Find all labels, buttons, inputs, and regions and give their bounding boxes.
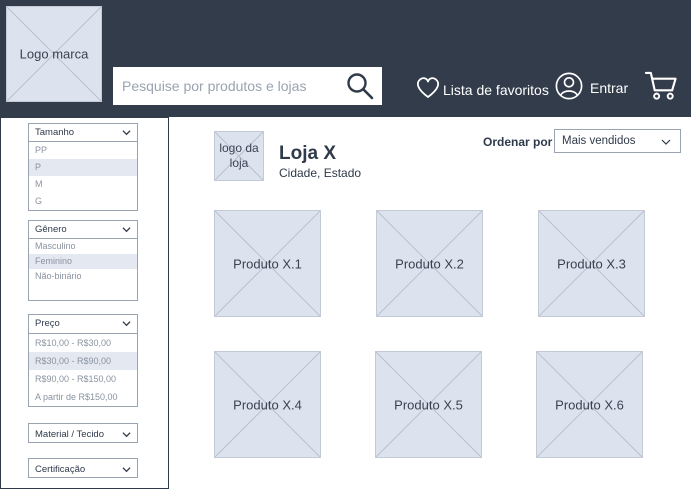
brand-logo[interactable]: Logo marca	[6, 6, 102, 102]
heart-icon[interactable]	[415, 76, 441, 100]
product-name: Produto X.1	[233, 256, 302, 271]
chevron-down-icon	[122, 467, 131, 473]
filter-option[interactable]: Masculino	[29, 239, 137, 254]
filter-genero-toggle[interactable]: Gênero	[29, 221, 137, 239]
filter-preco-toggle[interactable]: Preço	[29, 315, 137, 334]
filter-genero: Gênero Masculino Feminino Não-binário	[28, 220, 138, 301]
product-card[interactable]: Produto X.4	[214, 351, 321, 458]
top-header: Logo marca Pesquise por produtos e lojas…	[0, 0, 691, 117]
filter-tamanho-label: Tamanho	[35, 127, 75, 138]
filter-material-label: Material / Tecido	[35, 429, 104, 440]
store-location: Cidade, Estado	[279, 166, 362, 180]
product-name: Produto X.2	[395, 256, 464, 271]
filter-material-toggle[interactable]: Material / Tecido	[29, 424, 137, 444]
login-link[interactable]: Entrar	[590, 80, 628, 96]
filter-tamanho: Tamanho PP P M G	[28, 123, 138, 211]
filter-material[interactable]: Material / Tecido	[28, 423, 138, 443]
user-icon[interactable]	[555, 72, 583, 100]
filter-certificacao-label: Certificação	[35, 464, 86, 475]
store-logo-label-line1: logo da	[219, 141, 259, 155]
filter-preco-label: Preço	[35, 318, 60, 329]
filter-option[interactable]: Não-binário	[29, 269, 137, 284]
cart-icon[interactable]	[645, 70, 678, 101]
filter-option[interactable]: A partir de R$150,00	[29, 388, 137, 406]
product-name: Produto X.3	[557, 256, 626, 271]
filter-tamanho-toggle[interactable]: Tamanho	[29, 124, 137, 142]
search-icon[interactable]	[346, 72, 374, 100]
search-input[interactable]: Pesquise por produtos e lojas	[122, 78, 306, 94]
filter-option[interactable]: PP	[29, 142, 137, 159]
favorites-link[interactable]: Lista de favoritos	[443, 82, 549, 98]
chevron-down-icon	[122, 130, 131, 136]
filter-preco: Preço R$10,00 - R$30,00 R$30,00 - R$90,0…	[28, 314, 138, 407]
chevron-down-icon	[122, 321, 131, 327]
store-logo: logo da loja	[214, 131, 264, 181]
filter-option-selected[interactable]: R$30,00 - R$90,00	[29, 352, 137, 370]
filter-certificacao-toggle[interactable]: Certificação	[29, 459, 137, 479]
product-card[interactable]: Produto X.5	[375, 351, 482, 458]
filter-option[interactable]: R$90,00 - R$150,00	[29, 370, 137, 388]
filter-certificacao[interactable]: Certificação	[28, 458, 138, 478]
filter-option[interactable]: R$10,00 - R$30,00	[29, 334, 137, 352]
product-card[interactable]: Produto X.3	[538, 210, 645, 317]
product-name: Produto X.5	[394, 397, 463, 412]
product-name: Produto X.4	[233, 397, 302, 412]
sort-select[interactable]: Mais vendidos	[554, 129, 681, 153]
search-bar[interactable]: Pesquise por produtos e lojas	[113, 67, 382, 105]
product-name: Produto X.6	[555, 397, 624, 412]
filter-option[interactable]: M	[29, 176, 137, 193]
filters-sidebar: Tamanho PP P M G Gênero Masculino Femini…	[0, 117, 169, 489]
filter-genero-label: Gênero	[35, 224, 67, 235]
sort-label: Ordenar por	[483, 135, 553, 149]
sort-select-value: Mais vendidos	[562, 135, 636, 147]
filter-option-selected[interactable]: Feminino	[29, 254, 137, 269]
chevron-down-icon	[122, 432, 131, 438]
store-logo-label-line2: loja	[229, 156, 249, 170]
filter-option[interactable]: G	[29, 193, 137, 210]
chevron-down-icon	[661, 139, 671, 145]
brand-logo-label: Logo marca	[19, 46, 89, 62]
filter-option-selected[interactable]: P	[29, 159, 137, 176]
product-card[interactable]: Produto X.6	[536, 351, 643, 458]
product-card[interactable]: Produto X.2	[376, 210, 483, 317]
store-name: Loja X	[279, 143, 337, 164]
chevron-down-icon	[122, 227, 131, 233]
product-card[interactable]: Produto X.1	[214, 210, 321, 317]
